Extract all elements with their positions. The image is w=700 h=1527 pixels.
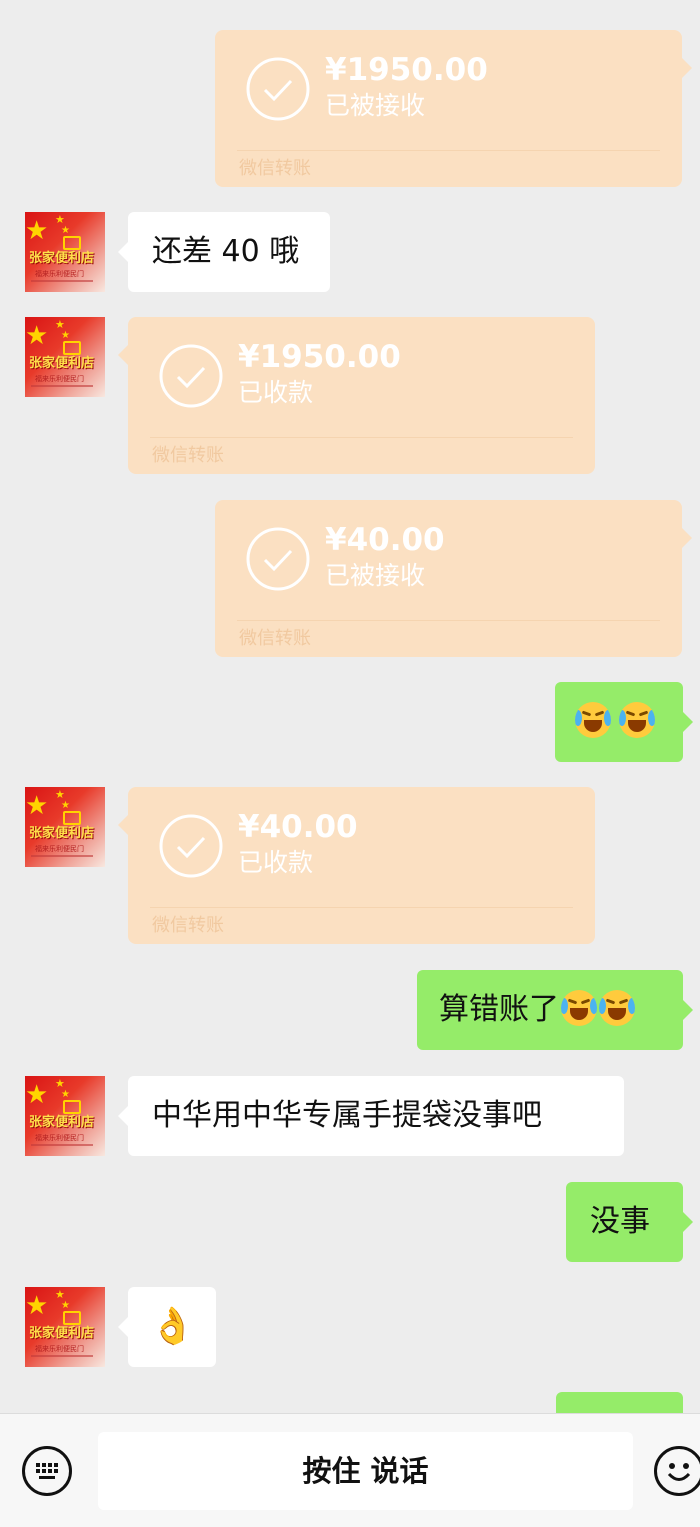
- laughing-crying-emoji-icon: [619, 701, 655, 738]
- message-bubble[interactable]: [555, 682, 693, 762]
- transfer-brand: 微信转账: [239, 628, 311, 649]
- check-circle-icon: [159, 814, 223, 878]
- star-icon: ★: [25, 1291, 49, 1321]
- transfer-status: 已被接收: [325, 91, 426, 120]
- transfer-card[interactable]: ¥40.00 已被接收 微信转账: [215, 500, 692, 657]
- badge-icon: [63, 341, 81, 355]
- star-icon: ★: [55, 788, 65, 801]
- transfer-card[interactable]: ¥1950.00 已被接收 微信转账: [215, 30, 692, 187]
- divider: [31, 385, 93, 387]
- star-icon: ★: [25, 321, 49, 351]
- avatar-slogan: 福来乐利便民门: [35, 375, 84, 383]
- divider: [237, 620, 660, 621]
- contact-avatar[interactable]: ★ ★ ★ 张家便利店 福来乐利便民门: [25, 1076, 105, 1156]
- divider: [31, 1355, 93, 1357]
- message-bubble[interactable]: 中华用中华专属手提袋没事吧: [118, 1076, 624, 1156]
- keyboard-icon[interactable]: [22, 1446, 72, 1496]
- transfer-brand: 微信转账: [152, 915, 224, 936]
- laughing-crying-emoji-icon: [599, 989, 635, 1026]
- transfer-brand: 微信转账: [152, 445, 224, 466]
- star-icon: ★: [55, 318, 65, 331]
- contact-avatar[interactable]: ★ ★ ★ 张家便利店 福来乐利便民门: [25, 212, 105, 292]
- star-icon: ★: [61, 330, 70, 341]
- check-circle-icon: [246, 527, 310, 591]
- avatar-slogan: 福来乐利便民门: [35, 270, 84, 278]
- divider: [31, 280, 93, 282]
- star-icon: ★: [61, 1300, 70, 1311]
- star-icon: ★: [25, 791, 49, 821]
- transfer-status: 已收款: [238, 848, 314, 877]
- star-icon: ★: [61, 225, 70, 236]
- laughing-crying-emoji-icon: [561, 989, 597, 1026]
- message-text: 算错账了: [439, 992, 559, 1027]
- contact-avatar[interactable]: ★ ★ ★ 张家便利店 福来乐利便民门: [25, 1287, 105, 1367]
- avatar-slogan: 福来乐利便民门: [35, 1345, 84, 1353]
- badge-icon: [63, 811, 81, 825]
- check-circle-icon: [246, 57, 310, 121]
- message-bubble[interactable]: 没事: [566, 1182, 693, 1262]
- message-bubble[interactable]: 还差 40 哦: [118, 212, 330, 292]
- transfer-amount: ¥1950.00: [325, 52, 488, 88]
- divider: [150, 907, 573, 908]
- ok-hand-emoji-icon: 👌: [150, 1306, 195, 1347]
- transfer-status: 已被接收: [325, 561, 426, 590]
- transfer-brand: 微信转账: [239, 158, 311, 179]
- avatar-slogan: 福来乐利便民门: [35, 845, 84, 853]
- badge-icon: [63, 236, 81, 250]
- star-icon: ★: [61, 1089, 70, 1100]
- emoji-face-icon[interactable]: [654, 1446, 700, 1496]
- transfer-status: 已收款: [238, 378, 314, 407]
- avatar-name: 张家便利店: [29, 826, 95, 841]
- avatar-name: 张家便利店: [29, 251, 95, 266]
- star-icon: ★: [25, 216, 49, 246]
- message-bubble[interactable]: [556, 1392, 683, 1413]
- star-icon: ★: [55, 1288, 65, 1301]
- badge-icon: [63, 1311, 81, 1325]
- message-bubble[interactable]: 算错账了: [417, 970, 693, 1050]
- avatar-name: 张家便利店: [29, 1326, 95, 1341]
- avatar-name: 张家便利店: [29, 356, 95, 371]
- transfer-card[interactable]: ¥40.00 已收款 微信转账: [118, 787, 595, 944]
- divider: [150, 437, 573, 438]
- transfer-card[interactable]: ¥1950.00 已收款 微信转账: [118, 317, 595, 474]
- divider: [31, 855, 93, 857]
- transfer-amount: ¥1950.00: [238, 339, 401, 375]
- input-bar: 按住 说话: [0, 1413, 700, 1527]
- message-bubble[interactable]: 👌: [118, 1287, 216, 1367]
- divider: [31, 1144, 93, 1146]
- transfer-amount: ¥40.00: [238, 809, 358, 845]
- star-icon: ★: [55, 1077, 65, 1090]
- divider: [237, 150, 660, 151]
- contact-avatar[interactable]: ★ ★ ★ 张家便利店 福来乐利便民门: [25, 317, 105, 397]
- check-circle-icon: [159, 344, 223, 408]
- star-icon: ★: [55, 213, 65, 226]
- star-icon: ★: [61, 800, 70, 811]
- hold-to-talk-button[interactable]: 按住 说话: [98, 1432, 633, 1510]
- avatar-name: 张家便利店: [29, 1115, 95, 1130]
- transfer-amount: ¥40.00: [325, 522, 445, 558]
- laughing-crying-emoji-icon: [575, 701, 611, 738]
- star-icon: ★: [25, 1080, 49, 1110]
- contact-avatar[interactable]: ★ ★ ★ 张家便利店 福来乐利便民门: [25, 787, 105, 867]
- avatar-slogan: 福来乐利便民门: [35, 1134, 84, 1142]
- chat-message-list[interactable]: ¥1950.00 已被接收 微信转账 ★ ★ ★ 张家便利店 福来乐利便民门 还…: [0, 0, 700, 1413]
- badge-icon: [63, 1100, 81, 1114]
